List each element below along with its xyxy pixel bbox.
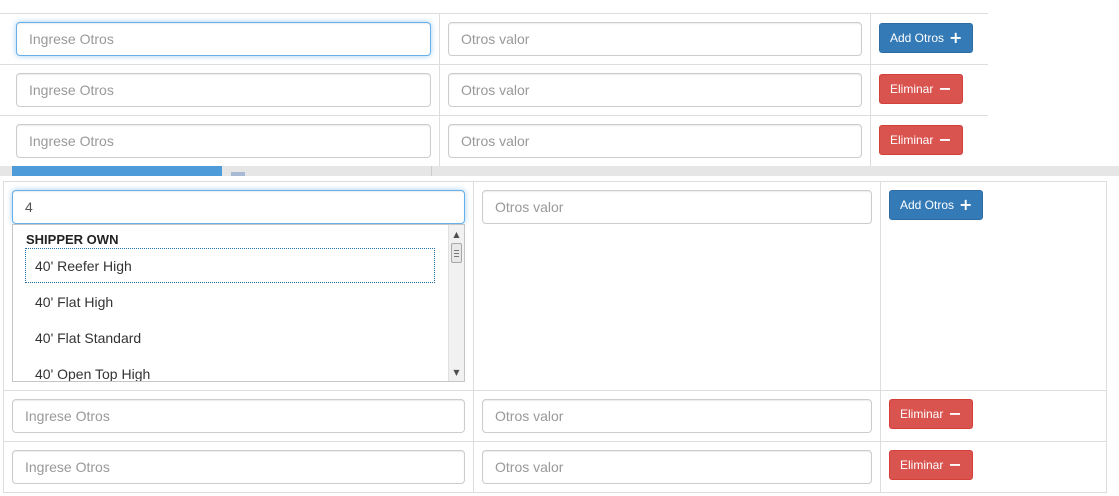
otros-value-input[interactable] <box>482 190 872 224</box>
minus-icon: − <box>938 130 952 149</box>
eliminar-button[interactable]: Eliminar − <box>889 450 973 480</box>
otros-value-input[interactable] <box>482 399 872 433</box>
otros-value-input[interactable] <box>448 124 862 158</box>
grip-line <box>454 253 459 254</box>
plus-icon: + <box>949 28 963 47</box>
eliminar-label: Eliminar <box>900 458 944 472</box>
eliminar-button[interactable]: Eliminar − <box>889 399 973 429</box>
add-otros-label: Add Otros <box>890 31 945 45</box>
grip-line <box>454 250 459 251</box>
scroll-thumb[interactable] <box>451 243 462 263</box>
otros-name-input[interactable] <box>16 22 431 56</box>
column-divider <box>870 13 871 166</box>
table-border-right <box>1106 181 1107 493</box>
table-border-bottom <box>3 492 1107 493</box>
otros-name-input[interactable] <box>12 399 465 433</box>
row-divider <box>3 441 1107 442</box>
top-form-table: Add Otros + Eliminar − Eliminar − <box>0 0 990 166</box>
otros-value-input[interactable] <box>448 22 862 56</box>
minus-icon: − <box>948 455 962 474</box>
otros-value-input[interactable] <box>482 450 872 484</box>
otros-name-input[interactable] <box>12 190 465 224</box>
autocomplete-option[interactable]: 40' Open Top High <box>25 356 435 382</box>
eliminar-label: Eliminar <box>890 82 934 96</box>
table-border-top <box>3 181 1107 182</box>
autocomplete-option[interactable]: 40' Flat Standard <box>25 320 435 355</box>
column-divider <box>473 181 474 493</box>
eliminar-button[interactable]: Eliminar − <box>879 125 963 155</box>
otros-value-input[interactable] <box>448 73 862 107</box>
column-divider <box>439 13 440 166</box>
add-otros-label: Add Otros <box>900 198 955 212</box>
eliminar-label: Eliminar <box>900 407 944 421</box>
otros-name-input[interactable] <box>16 73 431 107</box>
option-label: 40' Flat Standard <box>35 329 142 346</box>
table-border-top <box>0 13 988 14</box>
row-divider <box>3 390 1107 391</box>
otros-name-input[interactable] <box>12 450 465 484</box>
autocomplete-dropdown: SHIPPER OWN 40' Reefer High 40' Flat Hig… <box>12 224 465 382</box>
minus-icon: − <box>938 79 952 98</box>
scroll-down-arrow-icon[interactable]: ▼ <box>449 365 464 379</box>
autocomplete-option[interactable]: 40' Flat High <box>25 284 435 319</box>
add-otros-button[interactable]: Add Otros + <box>879 23 974 53</box>
option-label: 40' Reefer High <box>35 257 132 274</box>
dropdown-scrollbar[interactable]: ▲ ▼ <box>448 225 464 381</box>
eliminar-button[interactable]: Eliminar − <box>879 74 963 104</box>
option-label: 40' Open Top High <box>35 365 151 382</box>
progress-strip <box>12 166 222 176</box>
grip-line <box>454 256 459 257</box>
minus-icon: − <box>948 404 962 423</box>
row-divider <box>0 115 988 116</box>
option-label: 40' Flat High <box>35 293 114 310</box>
column-divider <box>880 181 881 493</box>
plus-icon: + <box>959 195 973 214</box>
table-border-left <box>3 181 4 493</box>
add-otros-button[interactable]: Add Otros + <box>889 190 984 220</box>
row-divider <box>0 64 988 65</box>
autocomplete-option[interactable]: 40' Reefer High <box>25 248 435 283</box>
scroll-up-arrow-icon[interactable]: ▲ <box>449 227 464 241</box>
band-divider <box>431 166 432 176</box>
eliminar-label: Eliminar <box>890 133 934 147</box>
autocomplete-group-label: SHIPPER OWN <box>26 232 119 247</box>
otros-name-input[interactable] <box>16 124 431 158</box>
